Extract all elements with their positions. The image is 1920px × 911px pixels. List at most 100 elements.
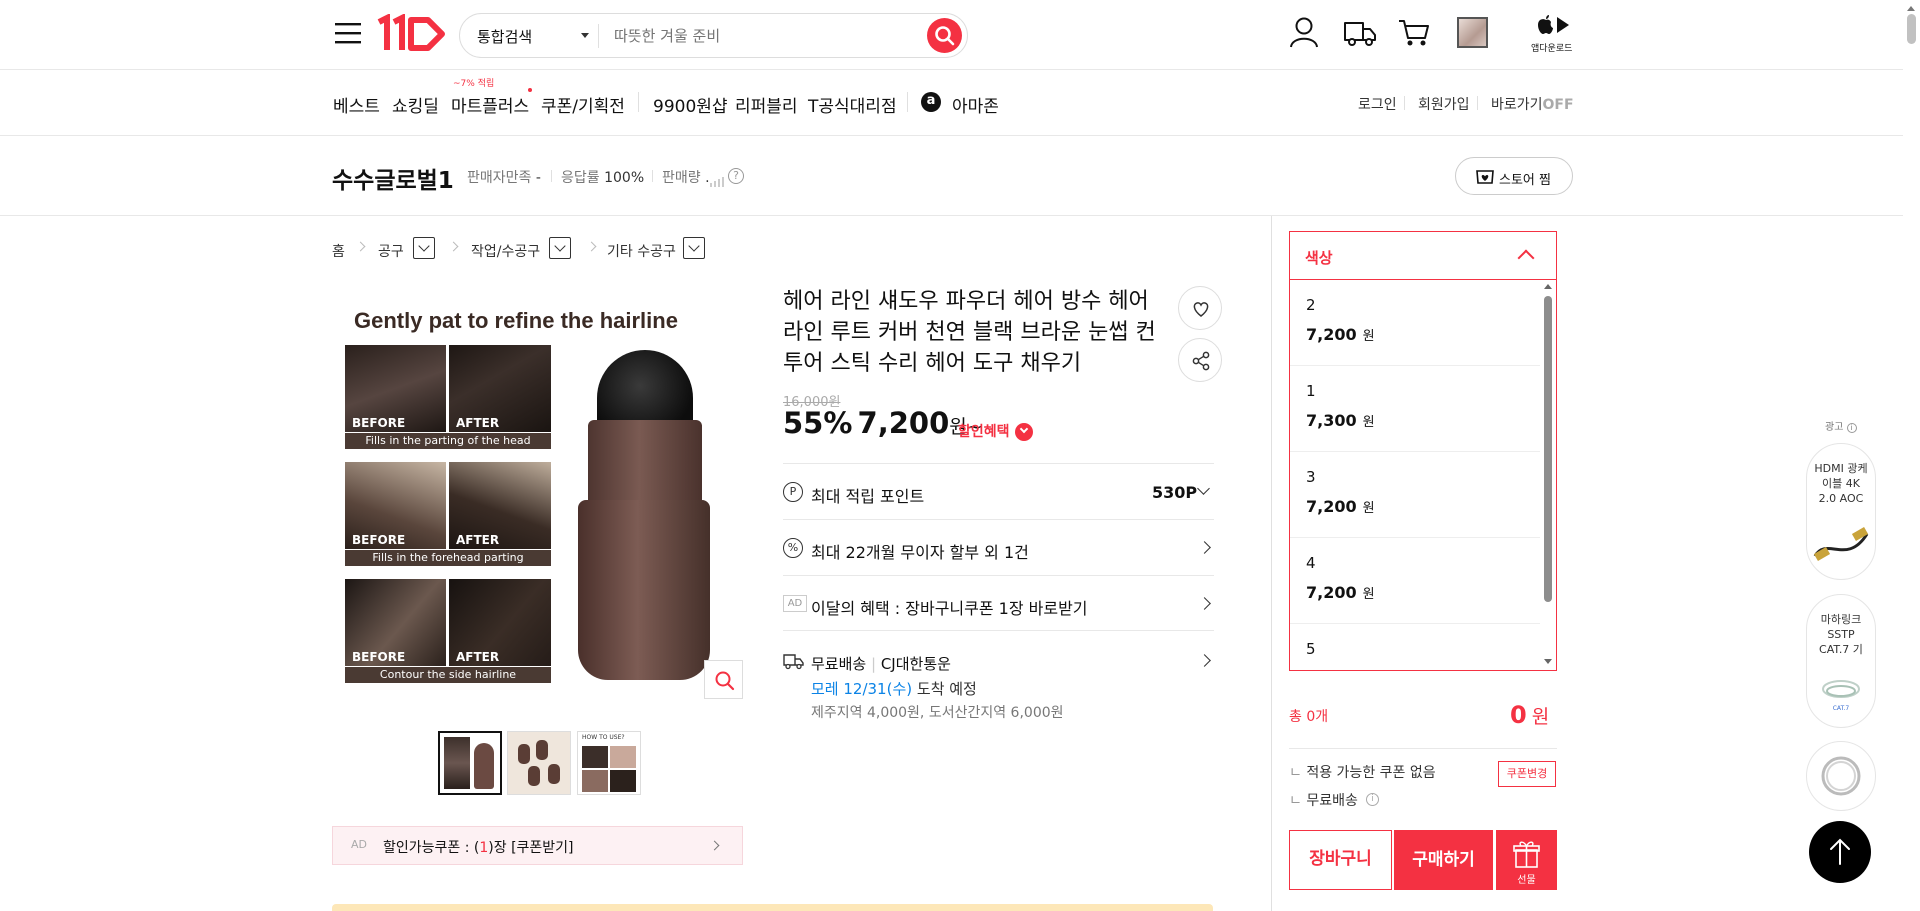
sale-price: 55% 7,200원~ xyxy=(783,406,983,440)
breadcrumb-home[interactable]: 홈 xyxy=(332,241,345,261)
help-icon[interactable]: ? xyxy=(728,168,744,184)
new-dot xyxy=(528,88,532,92)
gift-icon xyxy=(1513,841,1540,868)
logo-11st[interactable] xyxy=(376,13,448,54)
option-item[interactable]: 5 xyxy=(1290,624,1540,670)
product-main-image[interactable]: Gently pat to refine the hairline BEFORE… xyxy=(332,290,743,701)
seller-name[interactable]: 수수글로벌1 xyxy=(332,161,454,195)
gift-label: 선물 xyxy=(1517,875,1536,886)
buy-button[interactable]: 구매하기 xyxy=(1394,830,1493,890)
ad-label: 광고 i xyxy=(1825,418,1857,433)
side-ad-hdmi-cable[interactable]: HDMI 광케이블 4K 2.0 AOC xyxy=(1806,443,1876,580)
share-button[interactable] xyxy=(1178,338,1222,382)
wishlist-button[interactable] xyxy=(1178,286,1222,330)
discount-benefit-link[interactable]: 할인혜택 xyxy=(958,421,1033,441)
point-icon: P xyxy=(783,482,803,502)
shipping-row[interactable]: 무료배송 | CJ대한통운 모레 12/31(수) 도착 예정 제주지역 4,0… xyxy=(783,630,1214,721)
cable-coil-image xyxy=(1821,756,1861,796)
chevron-up-icon xyxy=(1517,249,1535,267)
search-button[interactable] xyxy=(927,18,962,53)
caret-down-icon xyxy=(581,33,589,38)
store-like-label: 스토어 찜 xyxy=(1499,173,1551,188)
installment-row[interactable]: % 최대 22개월 무이자 할부 외 1건 xyxy=(783,519,1214,575)
option-header-label: 색상 xyxy=(1305,249,1333,267)
nav-republic[interactable]: 리퍼블리 xyxy=(735,92,798,117)
nav-t-official[interactable]: T공식대리점 xyxy=(808,92,897,117)
option-item[interactable]: 4 7,200 원 xyxy=(1290,538,1540,624)
side-ad-3[interactable] xyxy=(1806,741,1876,811)
total-count: 총 0개 xyxy=(1289,709,1329,725)
delivery-truck-icon[interactable] xyxy=(1343,18,1377,48)
breadcrumb-tools[interactable]: 공구 xyxy=(378,241,404,261)
seller-response-rate: 응답률 100% xyxy=(561,170,645,186)
zoom-button[interactable] xyxy=(704,660,743,699)
price-value: 7,200 xyxy=(857,406,950,440)
thumbnail-2[interactable] xyxy=(507,731,571,795)
points-label: 최대 적립 포인트 xyxy=(811,487,925,506)
coupon-ad-tag: AD xyxy=(351,838,367,851)
app-download-link[interactable]: 앱다운로드 xyxy=(1528,14,1576,54)
discount-chevron-icon xyxy=(1014,422,1033,441)
percent-icon: % xyxy=(783,538,803,558)
breadcrumb-work-tools-dropdown[interactable] xyxy=(549,237,571,259)
option-list[interactable]: 2 7,200 원 1 7,300 원 3 7,200 원 4 7,200 원 5 xyxy=(1290,280,1556,670)
shipping-summary: ㄴ 무료배송 xyxy=(1289,793,1358,809)
recent-viewed-thumbnail[interactable] xyxy=(1457,17,1488,48)
nav-shocking-deal[interactable]: 쇼킹딜 xyxy=(392,92,439,117)
search-input[interactable] xyxy=(614,25,914,47)
thumbnail-1[interactable] xyxy=(438,731,502,795)
breadcrumb-work-tools[interactable]: 작업/수공구 xyxy=(471,241,540,261)
nav-coupon-event[interactable]: 쿠폰/기획전 xyxy=(541,92,625,117)
monthly-benefit-label: 이달의 혜택 : 장바구니쿠폰 1장 바로받기 xyxy=(811,599,1088,618)
option-item[interactable]: 1 7,300 원 xyxy=(1290,366,1540,452)
side-ad-2-text: 마하링크 SSTP CAT.7 기 xyxy=(1819,613,1863,656)
coupon-ad-bar[interactable]: AD 할인가능쿠폰 : (1)장 [쿠폰받기] xyxy=(332,826,743,865)
shortcut-toggle[interactable]: 바로가기OFF xyxy=(1491,94,1574,114)
coupon-change-button[interactable]: 쿠폰변경 xyxy=(1498,761,1556,787)
cart-button[interactable]: 장바구니 xyxy=(1289,830,1392,890)
points-row[interactable]: P 최대 적립 포인트 530P xyxy=(783,463,1214,519)
breadcrumb-tools-dropdown[interactable] xyxy=(413,237,435,259)
ad-info-icon[interactable]: i xyxy=(1846,423,1857,433)
side-ad-cat7-cable[interactable]: 마하링크 SSTP CAT.7 기 CAT.7 xyxy=(1806,594,1876,728)
arrival-text: 도착 예정 xyxy=(916,680,977,698)
option-item[interactable]: 2 7,200 원 xyxy=(1290,280,1540,366)
apple-playstore-icon xyxy=(1538,15,1569,34)
search-category-select[interactable]: 통합검색 xyxy=(477,26,589,46)
search-icon xyxy=(935,26,955,46)
store-like-button[interactable]: 스토어 찜 xyxy=(1455,157,1573,195)
nav-9900-shop[interactable]: 9900원샵 xyxy=(653,92,728,117)
monthly-benefit-row[interactable]: AD 이달의 혜택 : 장바구니쿠폰 1장 바로받기 xyxy=(783,575,1214,631)
option-item[interactable]: 3 7,200 원 xyxy=(1290,452,1540,538)
amazon-icon: a xyxy=(921,92,941,112)
thumbnail-3-label: HOW TO USE? xyxy=(582,734,625,741)
points-value: 530P xyxy=(1152,483,1198,502)
arrow-up-icon xyxy=(1830,838,1850,865)
login-link[interactable]: 로그인 xyxy=(1358,94,1397,114)
store-heart-icon xyxy=(1476,170,1494,184)
nav-best[interactable]: 베스트 xyxy=(333,92,380,117)
page-scrollbar[interactable] xyxy=(1903,0,1920,911)
breadcrumb-other-tools-dropdown[interactable] xyxy=(683,237,705,259)
scroll-to-top-button[interactable] xyxy=(1809,821,1871,883)
share-icon xyxy=(1192,351,1210,371)
hamburger-menu-icon[interactable] xyxy=(335,22,361,44)
nav-mart-plus[interactable]: 마트플러스 xyxy=(451,92,529,117)
cart-icon[interactable] xyxy=(1398,18,1430,48)
signup-link[interactable]: 회원가입 xyxy=(1418,94,1470,114)
mart-plus-badge: ~7% 적립 xyxy=(453,79,495,89)
coupon-ad-text: 할인가능쿠폰 : (1)장 [쿠폰받기] xyxy=(383,840,574,856)
breadcrumb-other-tools[interactable]: 기타 수공구 xyxy=(607,241,676,261)
user-icon[interactable] xyxy=(1289,16,1319,48)
thumbnail-3[interactable]: HOW TO USE? xyxy=(577,731,641,795)
option-header[interactable]: 색상 xyxy=(1290,232,1556,280)
option-scrollbar[interactable] xyxy=(1542,282,1554,668)
info-icon[interactable]: i xyxy=(1366,793,1379,806)
discount-rate: 55% xyxy=(783,406,853,440)
nav-amazon[interactable]: 아마존 xyxy=(952,92,999,117)
zoom-icon xyxy=(715,671,735,691)
shortcut-label: 바로가기 xyxy=(1491,97,1543,113)
gift-button[interactable]: 선물 xyxy=(1496,830,1557,890)
hdmi-cable-image xyxy=(1813,527,1869,561)
image-headline: Gently pat to refine the hairline xyxy=(354,308,678,333)
